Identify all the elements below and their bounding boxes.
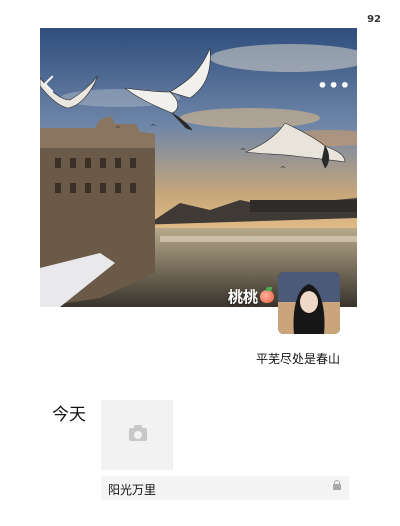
battery-icon: 92 xyxy=(364,13,384,26)
network-label: 5G xyxy=(341,13,359,26)
status-time: 01:01 xyxy=(40,12,85,28)
add-photo-button[interactable] xyxy=(101,400,173,470)
nickname-text: 桃桃 xyxy=(228,288,259,306)
more-options-icon[interactable]: ••• xyxy=(317,76,351,95)
lock-icon xyxy=(333,480,341,490)
avatar[interactable] xyxy=(278,272,340,334)
moment-post[interactable]: 阳光万里 xyxy=(101,476,349,500)
cover-photo[interactable]: ••• xyxy=(40,28,357,307)
signal-icon xyxy=(324,15,336,25)
cover-photo-image xyxy=(40,28,357,307)
post-text: 阳光万里 xyxy=(108,483,157,497)
avatar-image xyxy=(278,272,340,334)
nickname: 桃桃 xyxy=(228,286,275,307)
date-label: 今天 xyxy=(52,405,86,425)
profile-signature: 平芜尽处是春山 xyxy=(255,352,340,366)
status-indicators: 5G 92 xyxy=(324,13,384,26)
camera-icon xyxy=(129,425,147,441)
peach-emoji-icon xyxy=(260,287,275,303)
